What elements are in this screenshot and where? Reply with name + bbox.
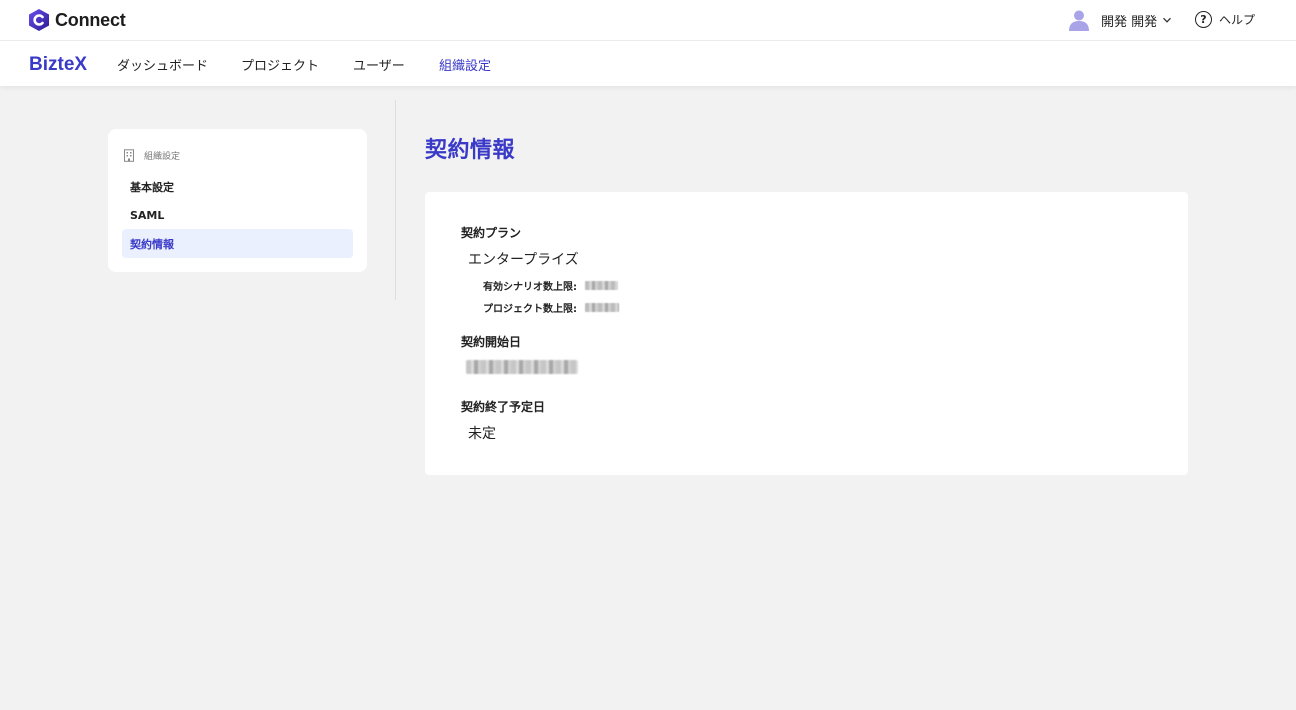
contract-end-label: 契約終了予定日 <box>461 400 546 414</box>
side-item-saml[interactable]: SAML <box>122 201 353 230</box>
side-menu-header: 組織設定 <box>123 149 180 162</box>
connect-logo-icon <box>29 9 49 31</box>
redacted-start-date <box>466 360 578 374</box>
vertical-divider <box>395 100 396 300</box>
building-icon <box>124 149 134 162</box>
top-bar: Connect 開発 開発 ? ヘルプ <box>0 0 1296 41</box>
side-item-contract-info[interactable]: 契約情報 <box>122 229 353 258</box>
chevron-down-icon <box>1163 17 1172 23</box>
side-menu-header-label: 組織設定 <box>144 152 181 162</box>
logo-text: Connect <box>55 9 126 30</box>
contract-plan-label: 契約プラン <box>461 226 522 240</box>
brand-logo[interactable]: BizteX <box>29 54 87 76</box>
settings-side-menu: 組織設定 基本設定 SAML 契約情報 <box>108 129 367 272</box>
nav-dashboard[interactable]: ダッシュボード <box>117 55 208 74</box>
redacted-value <box>585 281 618 290</box>
main-nav: BizteX ダッシュボード プロジェクト ユーザー 組織設定 <box>0 41 1296 86</box>
contract-start-label: 契約開始日 <box>461 335 522 349</box>
scenario-limit-row: 有効シナリオ数上限: <box>483 278 618 293</box>
contract-plan-value: エンタープライズ <box>468 252 579 268</box>
project-limit-row: プロジェクト数上限: <box>483 300 619 315</box>
help-button[interactable]: ? ヘルプ <box>1195 11 1255 28</box>
nav-users[interactable]: ユーザー <box>353 55 405 74</box>
page-title: 契約情報 <box>425 138 516 163</box>
avatar-icon <box>1068 9 1090 31</box>
help-icon: ? <box>1195 11 1212 28</box>
redacted-value <box>585 303 619 312</box>
user-menu[interactable]: 開発 開発 <box>1068 9 1172 31</box>
help-label: ヘルプ <box>1219 13 1256 27</box>
connect-logo[interactable]: Connect <box>28 8 126 32</box>
user-name: 開発 開発 <box>1101 14 1158 30</box>
scenario-limit-label: 有効シナリオ数上限: <box>483 282 577 293</box>
side-item-basic-settings[interactable]: 基本設定 <box>122 172 353 201</box>
contract-info-card: 契約プラン エンタープライズ 有効シナリオ数上限: プロジェクト数上限: 契約開… <box>425 192 1188 475</box>
contract-end-value: 未定 <box>468 426 496 442</box>
project-limit-label: プロジェクト数上限: <box>483 304 577 315</box>
nav-organization-settings[interactable]: 組織設定 <box>439 55 491 74</box>
nav-projects[interactable]: プロジェクト <box>241 55 319 74</box>
